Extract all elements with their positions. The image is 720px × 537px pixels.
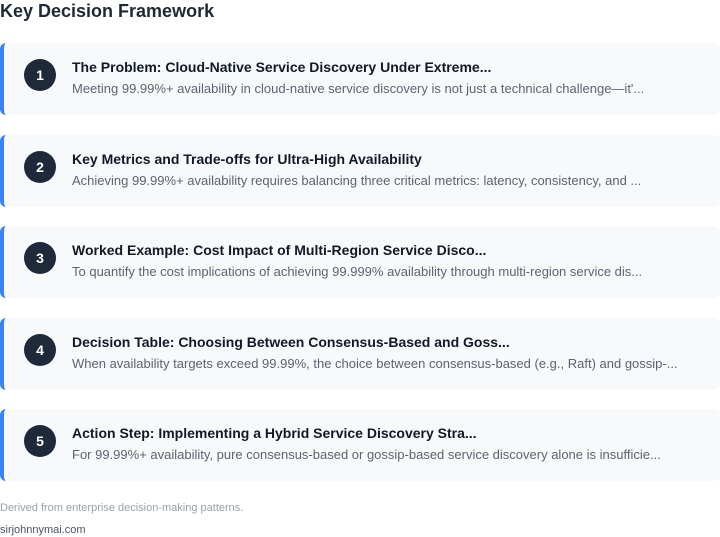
card-description: For 99.99%+ availability, pure consensus… (72, 447, 661, 462)
card-heading: Worked Example: Cost Impact of Multi-Reg… (72, 242, 487, 258)
framework-card-4[interactable]: 4 Decision Table: Choosing Between Conse… (0, 318, 720, 390)
step-number-badge: 2 (24, 151, 56, 183)
page-title: Key Decision Framework (0, 1, 215, 21)
page: Key Decision Framework 1 The Problem: Cl… (0, 0, 720, 537)
site-attribution: sirjohnnymai.com (0, 524, 86, 536)
card-description: To quantify the cost implications of ach… (72, 264, 643, 279)
source-footnote: Derived from enterprise decision-making … (0, 502, 244, 514)
framework-card-3[interactable]: 3 Worked Example: Cost Impact of Multi-R… (0, 226, 720, 298)
framework-card-2[interactable]: 2 Key Metrics and Trade-offs for Ultra-H… (0, 135, 720, 207)
card-description: When availability targets exceed 99.99%,… (72, 356, 678, 371)
step-number-badge: 4 (24, 334, 56, 366)
card-description: Achieving 99.99%+ availability requires … (72, 173, 642, 188)
card-heading: Key Metrics and Trade-offs for Ultra-Hig… (72, 151, 422, 167)
card-heading: The Problem: Cloud-Native Service Discov… (72, 59, 492, 75)
framework-card-5[interactable]: 5 Action Step: Implementing a Hybrid Ser… (0, 409, 720, 481)
card-heading: Decision Table: Choosing Between Consens… (72, 334, 510, 350)
card-heading: Action Step: Implementing a Hybrid Servi… (72, 425, 477, 441)
step-number-badge: 5 (24, 425, 56, 457)
framework-card-1[interactable]: 1 The Problem: Cloud-Native Service Disc… (0, 43, 720, 115)
step-number-badge: 1 (24, 59, 56, 91)
step-number-badge: 3 (24, 242, 56, 274)
card-description: Meeting 99.99%+ availability in cloud-na… (72, 81, 645, 96)
